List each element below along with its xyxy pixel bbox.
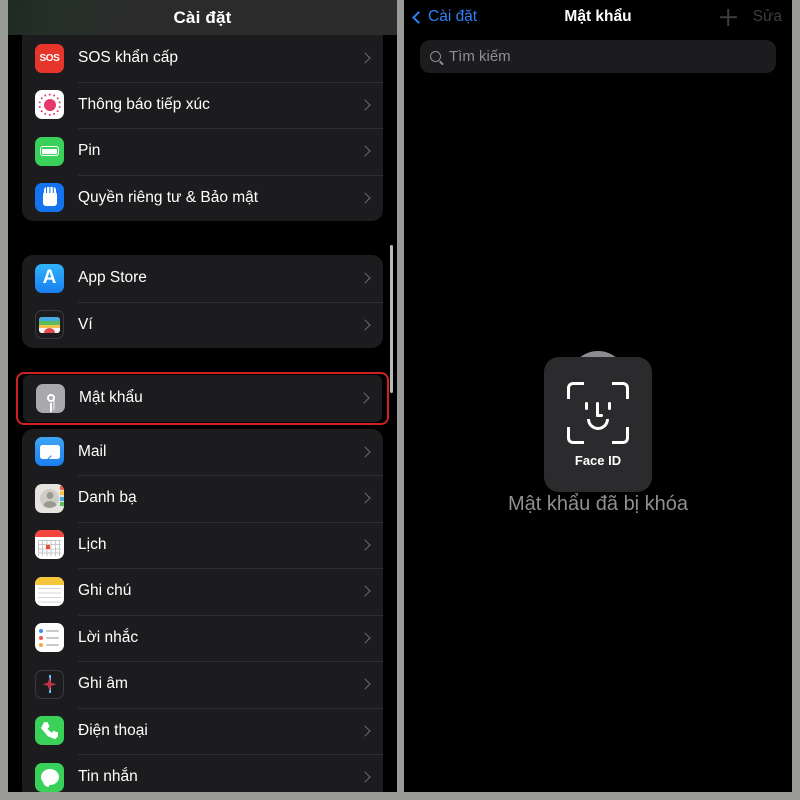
settings-list-scroll[interactable]: SOS SOS khẩn cấp Thông báo tiếp xúc Pin xyxy=(8,35,397,792)
sidebar-item-wallet[interactable]: Ví xyxy=(22,301,383,349)
settings-group-system: SOS SOS khẩn cấp Thông báo tiếp xúc Pin xyxy=(22,35,383,221)
sidebar-item-exposure-notifications[interactable]: Thông báo tiếp xúc xyxy=(22,81,383,129)
sos-icon: SOS xyxy=(35,43,64,73)
search-placeholder: Tìm kiếm xyxy=(449,48,511,65)
sidebar-item-app-store[interactable]: A App Store xyxy=(22,255,383,302)
passwords-panel: Cài đặt Mật khẩu Sửa Tìm kiếm Mật khẩu đ… xyxy=(404,0,792,792)
sidebar-item-label: Mail xyxy=(78,442,107,460)
voice-memos-icon xyxy=(35,669,64,699)
chevron-right-icon xyxy=(359,272,371,284)
sidebar-item-label: Danh bạ xyxy=(78,489,137,507)
highlight-box-passwords: Mật khẩu xyxy=(16,372,389,425)
chevron-right-icon xyxy=(359,771,371,783)
sidebar-item-label: Pin xyxy=(78,142,101,160)
sidebar-item-privacy-security[interactable]: Quyền riêng tư & Bảo mật xyxy=(22,174,383,222)
notes-icon xyxy=(35,576,64,606)
sidebar-item-label: Lịch xyxy=(78,535,107,553)
sidebar-item-emergency-sos[interactable]: SOS SOS khẩn cấp xyxy=(22,35,383,82)
settings-group-store: A App Store Ví xyxy=(22,255,383,348)
sidebar-item-label: SOS khẩn cấp xyxy=(78,49,178,67)
sidebar-item-label: Ghi âm xyxy=(78,675,128,693)
sidebar-item-mail[interactable]: Mail xyxy=(22,429,383,476)
chevron-right-icon xyxy=(359,678,371,690)
exposure-notification-icon xyxy=(35,90,64,120)
sidebar-item-passwords[interactable]: Mật khẩu xyxy=(23,375,382,422)
chevron-left-icon xyxy=(412,10,425,24)
locked-message: Mật khẩu đã bị khóa xyxy=(507,493,689,515)
sidebar-item-label: Ghi chú xyxy=(78,582,132,600)
sidebar-item-reminders[interactable]: Lời nhắc xyxy=(22,614,383,662)
sidebar-item-label: App Store xyxy=(78,269,147,287)
chevron-right-icon xyxy=(358,392,370,404)
messages-icon xyxy=(35,762,64,792)
chevron-right-icon xyxy=(359,539,371,551)
chevron-right-icon xyxy=(359,446,371,458)
chevron-right-icon xyxy=(359,585,371,597)
mail-icon xyxy=(35,437,64,467)
settings-panel: Cài đặt SOS SOS khẩn cấp Thông báo tiếp … xyxy=(8,0,397,792)
sidebar-item-label: Ví xyxy=(78,315,93,333)
header-actions: Sửa xyxy=(720,0,782,34)
battery-icon xyxy=(35,136,64,166)
phone-icon xyxy=(35,716,64,746)
search-input[interactable]: Tìm kiếm xyxy=(420,40,776,73)
sidebar-item-label: Lời nhắc xyxy=(78,628,139,646)
page-title: Cài đặt xyxy=(173,7,232,27)
search-icon xyxy=(430,51,441,62)
chevron-right-icon xyxy=(359,492,371,504)
edit-button[interactable]: Sửa xyxy=(753,8,782,26)
chevron-right-icon xyxy=(359,99,371,111)
chevron-right-icon xyxy=(359,192,371,204)
face-id-prompt[interactable]: Face ID xyxy=(544,357,652,492)
sidebar-item-battery[interactable]: Pin xyxy=(22,128,383,175)
sidebar-item-label: Điện thoại xyxy=(78,721,148,739)
chevron-right-icon xyxy=(359,319,371,331)
chevron-right-icon xyxy=(359,725,371,737)
face-id-label: Face ID xyxy=(574,452,622,468)
reminders-icon xyxy=(35,623,64,653)
face-id-icon xyxy=(567,381,629,444)
chevron-right-icon xyxy=(359,52,371,64)
wallet-icon xyxy=(35,310,64,340)
back-button[interactable]: Cài đặt xyxy=(412,8,478,26)
sidebar-item-label: Tin nhắn xyxy=(78,768,138,786)
panel-divider xyxy=(397,0,404,800)
plus-icon[interactable] xyxy=(720,9,737,26)
settings-group-apps: Mail Danh bạ Lịch Ghi chú Lời nhắc Ghi â… xyxy=(22,428,383,792)
calendar-icon xyxy=(35,530,64,560)
sidebar-item-label: Mật khẩu xyxy=(79,389,143,407)
screenshot-root: Cài đặt SOS SOS khẩn cấp Thông báo tiếp … xyxy=(0,0,800,800)
sidebar-item-phone[interactable]: Điện thoại xyxy=(22,707,383,755)
app-store-icon: A xyxy=(35,263,64,293)
sidebar-item-notes[interactable]: Ghi chú xyxy=(22,568,383,615)
sidebar-item-calendar[interactable]: Lịch xyxy=(22,521,383,569)
sidebar-item-voice-memos[interactable]: Ghi âm xyxy=(22,661,383,708)
chevron-right-icon xyxy=(359,145,371,157)
contacts-icon xyxy=(35,483,64,513)
sidebar-item-label: Thông báo tiếp xúc xyxy=(78,95,210,113)
sidebar-item-contacts[interactable]: Danh bạ xyxy=(22,475,383,522)
locked-state: Mật khẩu đã bị khóa Face ID xyxy=(404,73,792,573)
settings-group-passwords: Mật khẩu xyxy=(23,375,382,422)
scrollbar-thumb[interactable] xyxy=(390,245,393,393)
chevron-right-icon xyxy=(359,632,371,644)
privacy-hand-icon xyxy=(35,183,64,213)
settings-header: Cài đặt xyxy=(8,0,397,35)
key-icon xyxy=(36,383,65,413)
back-button-label: Cài đặt xyxy=(428,8,478,25)
search-container: Tìm kiếm xyxy=(404,34,792,73)
passwords-header: Cài đặt Mật khẩu Sửa xyxy=(404,0,792,34)
sidebar-item-messages[interactable]: Tin nhắn xyxy=(22,754,383,792)
sidebar-item-label: Quyền riêng tư & Bảo mật xyxy=(78,188,259,206)
